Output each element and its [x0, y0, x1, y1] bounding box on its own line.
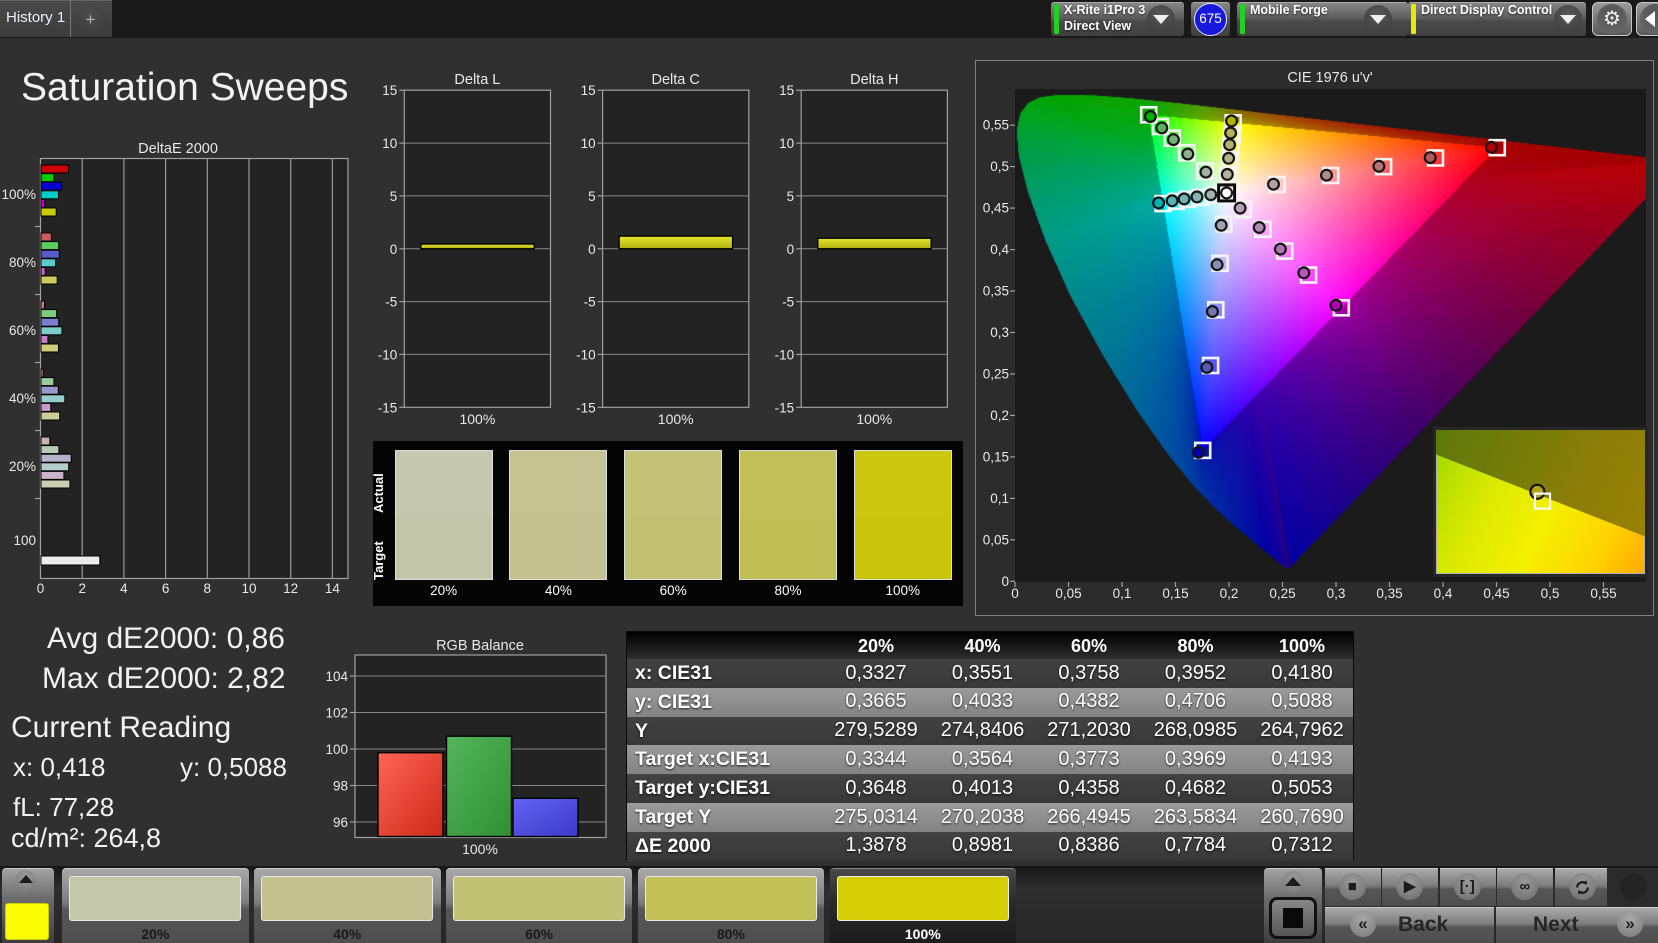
svg-text:14: 14	[325, 581, 341, 596]
svg-text:-15: -15	[576, 400, 596, 415]
svg-text:10: 10	[581, 136, 596, 151]
svg-text:100%: 100%	[658, 411, 694, 427]
svg-text:40%: 40%	[9, 391, 36, 406]
svg-text:10: 10	[241, 581, 256, 596]
svg-text:5: 5	[588, 189, 596, 204]
svg-text:-5: -5	[782, 295, 794, 310]
svg-text:15: 15	[382, 83, 397, 98]
svg-text:4: 4	[120, 581, 128, 596]
svg-text:20%: 20%	[9, 459, 36, 474]
svg-text:0: 0	[37, 581, 45, 596]
svg-text:0: 0	[390, 242, 398, 257]
svg-text:100: 100	[325, 742, 348, 757]
svg-text:-10: -10	[378, 347, 398, 362]
svg-text:Delta L: Delta L	[454, 72, 500, 88]
svg-text:100%: 100%	[459, 411, 495, 427]
svg-text:96: 96	[333, 815, 348, 830]
svg-text:-10: -10	[576, 347, 596, 362]
svg-text:100%: 100%	[856, 411, 892, 427]
svg-text:RGB Balance: RGB Balance	[436, 638, 524, 654]
svg-text:-15: -15	[775, 400, 795, 415]
svg-text:0: 0	[588, 242, 596, 257]
svg-text:-5: -5	[385, 295, 397, 310]
svg-text:100%: 100%	[1, 187, 36, 202]
svg-text:80%: 80%	[9, 255, 36, 270]
svg-text:0: 0	[787, 242, 795, 257]
svg-text:10: 10	[779, 136, 794, 151]
svg-text:DeltaE 2000: DeltaE 2000	[138, 141, 218, 157]
svg-text:5: 5	[390, 189, 398, 204]
svg-text:102: 102	[325, 706, 348, 721]
svg-text:Delta H: Delta H	[850, 72, 898, 88]
svg-text:10: 10	[382, 136, 397, 151]
svg-text:15: 15	[581, 83, 596, 98]
svg-text:60%: 60%	[9, 323, 36, 338]
svg-text:6: 6	[162, 581, 170, 596]
svg-text:98: 98	[333, 779, 348, 794]
svg-text:5: 5	[787, 189, 795, 204]
svg-text:2: 2	[78, 581, 86, 596]
svg-text:104: 104	[325, 669, 348, 684]
svg-text:-15: -15	[378, 400, 398, 415]
svg-text:100%: 100%	[462, 841, 498, 857]
svg-text:15: 15	[779, 83, 794, 98]
svg-text:12: 12	[283, 581, 298, 596]
svg-text:100: 100	[13, 533, 36, 548]
svg-text:8: 8	[204, 581, 212, 596]
svg-text:-5: -5	[584, 295, 596, 310]
svg-text:-10: -10	[775, 347, 795, 362]
svg-text:Delta C: Delta C	[652, 72, 700, 88]
